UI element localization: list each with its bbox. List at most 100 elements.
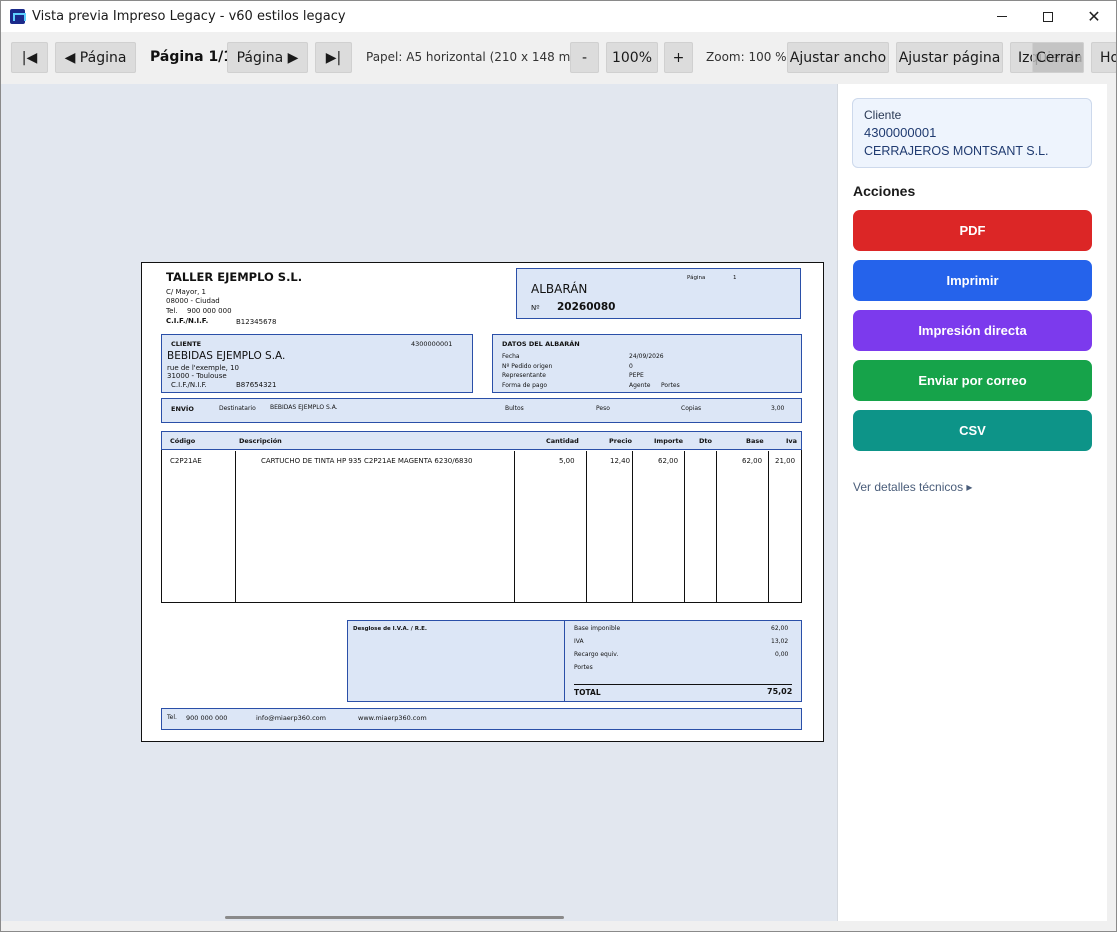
envio-heading: ENVÍO xyxy=(171,405,194,413)
zoom-in-button[interactable]: + xyxy=(664,42,693,73)
print-button[interactable]: Imprimir xyxy=(853,260,1092,301)
copias-label: Copias xyxy=(681,405,702,412)
close-button[interactable]: Cerrar xyxy=(1032,42,1084,73)
desglose-label: Desglose de I.V.A. / R.E. xyxy=(353,626,428,632)
preview-area[interactable]: TALLER EJEMPLO S.L. C/ Mayor, 1 08000 - … xyxy=(1,84,837,921)
cell-codigo: C2P21AE xyxy=(170,457,202,465)
client-city: 31000 - Toulouse xyxy=(167,372,227,380)
column-divider xyxy=(632,451,633,602)
copias-value: 3,00 xyxy=(771,405,785,412)
cell-precio: 12,40 xyxy=(610,457,631,465)
footer-tel-label: Tel. xyxy=(167,714,177,721)
cell-base: 62,00 xyxy=(742,457,763,465)
col-importe: Importe xyxy=(654,437,684,445)
actions-sidebar: Cliente 4300000001 CERRAJEROS MONTSANT S… xyxy=(837,84,1107,921)
window-title: Vista previa Impreso Legacy - v60 estilo… xyxy=(32,9,346,24)
col-iva: Iva xyxy=(786,437,798,445)
document-page: TALLER EJEMPLO S.L. C/ Mayor, 1 08000 - … xyxy=(141,262,824,742)
representante-label: Representante xyxy=(502,372,546,379)
maximize-button[interactable] xyxy=(1025,1,1071,32)
first-page-button[interactable]: |◀ xyxy=(11,42,48,73)
portes-label: Portes xyxy=(661,382,680,389)
albaran-number-label: Nº xyxy=(531,304,540,312)
column-divider xyxy=(716,451,717,602)
title-bar: Vista previa Impreso Legacy - v60 estilo… xyxy=(1,1,1116,32)
client-card-heading: Cliente xyxy=(864,108,902,122)
destinatario-label: Destinatario xyxy=(219,405,256,412)
toolbar: |◀ ◀ Página Página 1/1 Página ▶ ▶| Papel… xyxy=(1,32,1116,84)
direct-print-button[interactable]: Impresión directa xyxy=(853,310,1092,351)
forma-pago-label: Forma de pago xyxy=(502,382,548,389)
iva-label: IVA xyxy=(574,638,584,645)
albaran-title: ALBARÁN xyxy=(531,282,588,296)
column-divider xyxy=(586,451,587,602)
client-card-name: CERRAJEROS MONTSANT S.L. xyxy=(864,144,1049,158)
iva-value: 13,02 xyxy=(771,638,789,645)
bultos-label: Bultos xyxy=(505,405,524,412)
company-cif: B12345678 xyxy=(236,318,277,326)
envio-box: ENVÍO Destinatario BEBIDAS EJEMPLO S.A. … xyxy=(161,398,802,423)
base-imponible-label: Base imponible xyxy=(574,625,621,632)
agente-label: Agente xyxy=(629,382,651,389)
total-value: 75,02 xyxy=(767,687,793,696)
footer-email: info@miaerp360.com xyxy=(256,714,326,722)
send-email-button[interactable]: Enviar por correo xyxy=(853,360,1092,401)
fecha-value: 24/09/2026 xyxy=(629,353,664,360)
maximize-icon xyxy=(1043,11,1053,22)
company-city: 08000 - Ciudad xyxy=(166,297,220,305)
lines-table-header: Código Descripción Cantidad Precio Impor… xyxy=(161,431,802,450)
albaran-number: 20260080 xyxy=(557,301,616,313)
client-address: rue de l'exemple, 10 xyxy=(167,364,239,372)
totals-box: Base imponible 62,00 IVA 13,02 Recargo e… xyxy=(564,620,802,702)
cell-importe: 62,00 xyxy=(658,457,679,465)
column-divider xyxy=(235,451,236,602)
close-window-button[interactable]: ✕ xyxy=(1071,1,1116,32)
cell-descripcion: CARTUCHO DE TINTA HP 935 C2P21AE MAGENTA… xyxy=(261,457,473,465)
right-frame xyxy=(1107,84,1116,921)
company-tel-label: Tel. xyxy=(166,307,178,315)
client-box: CLIENTE 4300000001 BEBIDAS EJEMPLO S.A. … xyxy=(161,334,473,393)
pdf-button[interactable]: PDF xyxy=(853,210,1092,251)
last-page-button[interactable]: ▶| xyxy=(315,42,352,73)
fecha-label: Fecha xyxy=(502,353,520,360)
albaran-data-box: DATOS DEL ALBARÁN Fecha 24/09/2026 Nº Pe… xyxy=(492,334,802,393)
minimize-icon xyxy=(997,16,1007,17)
client-name: BEBIDAS EJEMPLO S.A. xyxy=(167,350,286,362)
paper-label: Papel: A5 horizontal (210 x 148 mm) xyxy=(366,50,587,64)
portes-total-label: Portes xyxy=(574,664,593,671)
footer-tel: 900 000 000 xyxy=(186,714,228,722)
prev-page-button[interactable]: ◀ Página xyxy=(55,42,136,73)
horizontal-scrollbar[interactable] xyxy=(225,916,564,919)
col-base: Base xyxy=(746,437,764,445)
recargo-label: Recargo equiv. xyxy=(574,651,619,658)
client-card: Cliente 4300000001 CERRAJEROS MONTSANT S… xyxy=(852,98,1092,168)
peso-label: Peso xyxy=(596,405,610,412)
minimize-button[interactable] xyxy=(979,1,1025,32)
page-indicator: Página 1/1 xyxy=(150,49,234,65)
page-label: Página xyxy=(687,275,706,281)
home-button[interactable]: Ho xyxy=(1091,42,1116,73)
bottom-frame xyxy=(1,921,1116,931)
zoom-value-button[interactable]: 100% xyxy=(606,42,658,73)
lines-table: Código Descripción Cantidad Precio Impor… xyxy=(161,431,802,603)
col-dto: Dto xyxy=(699,437,712,445)
fit-width-button[interactable]: Ajustar ancho xyxy=(787,42,889,73)
tech-details-link[interactable]: Ver detalles técnicos ▸ xyxy=(853,480,972,494)
total-divider xyxy=(574,684,792,685)
base-imponible-value: 62,00 xyxy=(771,625,789,632)
fit-page-button[interactable]: Ajustar página xyxy=(896,42,1003,73)
recargo-value: 0,00 xyxy=(775,651,789,658)
col-descripcion: Descripción xyxy=(239,437,282,445)
client-code: 4300000001 xyxy=(411,340,453,348)
col-precio: Precio xyxy=(609,437,632,445)
next-page-button[interactable]: Página ▶ xyxy=(227,42,308,73)
company-name: TALLER EJEMPLO S.L. xyxy=(166,270,303,284)
pedido-label: Nº Pedido origen xyxy=(502,363,553,370)
column-divider xyxy=(684,451,685,602)
client-cif-label: C.I.F./N.I.F. xyxy=(171,381,207,389)
col-codigo: Código xyxy=(170,437,196,445)
destinatario-value: BEBIDAS EJEMPLO S.A. xyxy=(270,404,338,411)
csv-button[interactable]: CSV xyxy=(853,410,1092,451)
zoom-out-button[interactable]: - xyxy=(570,42,599,73)
pedido-value: 0 xyxy=(629,363,633,370)
